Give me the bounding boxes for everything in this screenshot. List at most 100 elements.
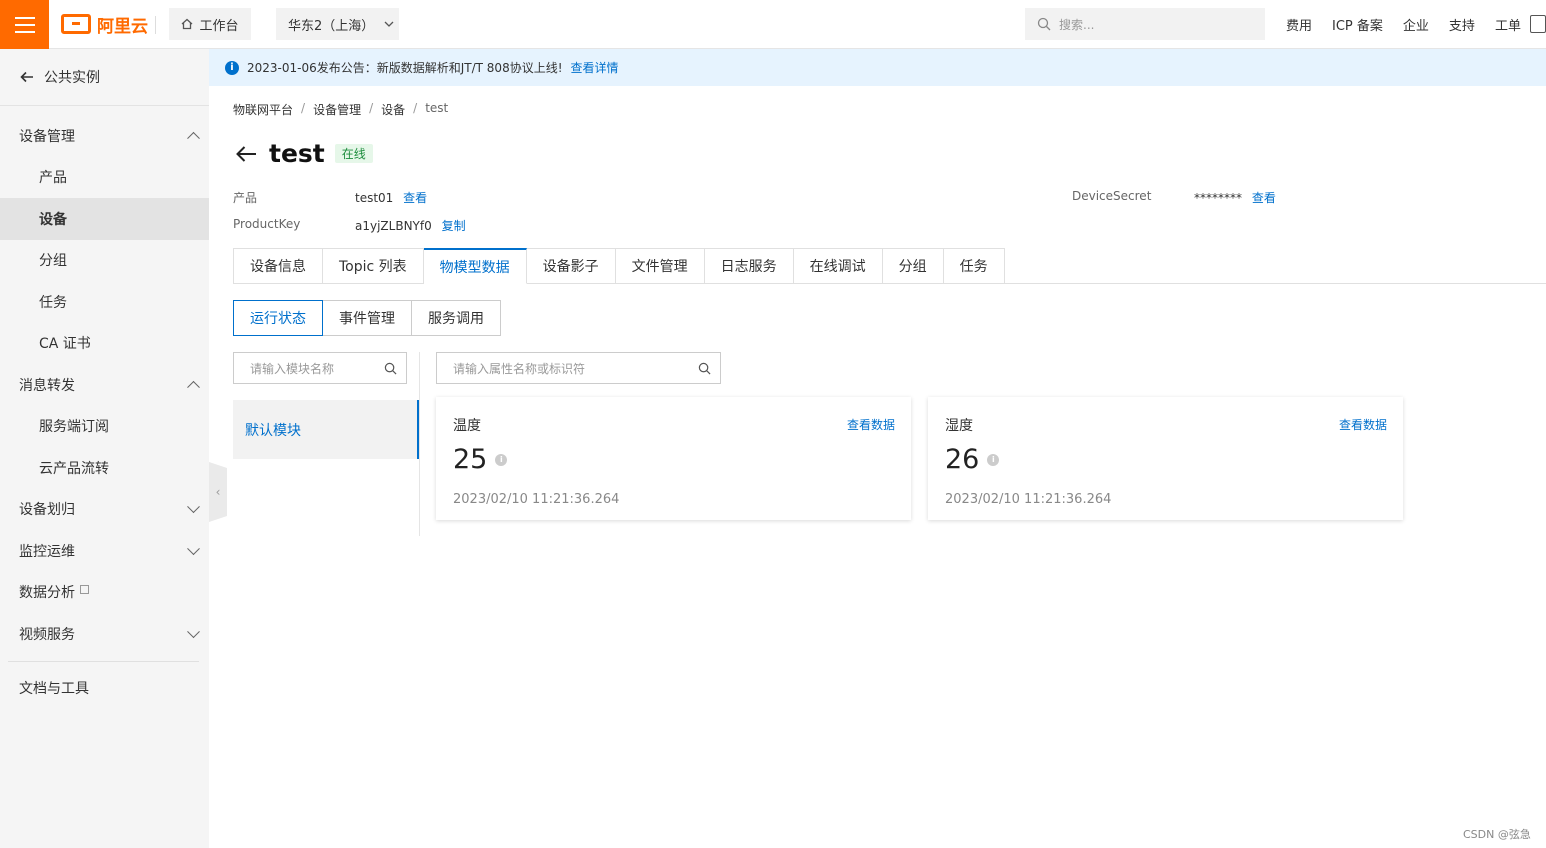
region-selector[interactable]: 华东2（上海） — [276, 8, 399, 40]
top-link-fees[interactable]: 费用 — [1286, 15, 1312, 34]
top-link-support[interactable]: 支持 — [1449, 15, 1475, 34]
tab-task[interactable]: 任务 — [943, 248, 1005, 284]
announcement-details-link[interactable]: 查看详情 — [571, 59, 619, 76]
property-name: 温度 — [453, 418, 481, 434]
arrow-left-icon — [20, 71, 33, 83]
sidebar-item-server-subscription[interactable]: 服务端订阅 — [0, 406, 209, 448]
sidebar-group-message-forwarding[interactable]: 消息转发 — [0, 364, 209, 406]
module-search-input[interactable]: 请输入模块名称 — [233, 352, 407, 384]
tab-group[interactable]: 分组 — [882, 248, 944, 284]
subtab-service-call[interactable]: 服务调用 — [411, 300, 501, 336]
sidebar-item-label: 任务 — [39, 294, 67, 311]
sidebar-item-group[interactable]: 分组 — [0, 240, 209, 282]
view-data-link[interactable]: 查看数据 — [847, 416, 895, 433]
status-badge: 在线 — [334, 144, 373, 163]
sidebar-item-ca-cert[interactable]: CA 证书 — [0, 323, 209, 365]
sidebar-item-label: 监控运维 — [19, 543, 75, 560]
property-value: 26 — [945, 444, 980, 475]
chevron-left-icon: ‹ — [215, 485, 221, 499]
region-label: 华东2（上海） — [288, 18, 375, 34]
sidebar-group-device-management[interactable]: 设备管理 — [0, 115, 209, 157]
chevron-down-icon — [187, 500, 200, 514]
sidebar-item-label: 服务端订阅 — [39, 419, 109, 436]
sidebar-item-label: 产品 — [39, 170, 67, 187]
message-icon[interactable] — [1530, 15, 1546, 33]
page-title: test — [269, 139, 325, 168]
tab-log-service[interactable]: 日志服务 — [704, 248, 794, 284]
sidebar-item-task[interactable]: 任务 — [0, 281, 209, 323]
sidebar-item-label: 云产品流转 — [39, 460, 109, 477]
search-icon[interactable] — [698, 362, 711, 375]
chevron-up-icon — [187, 380, 200, 394]
sidebar-group-video-service[interactable]: 视频服务 — [0, 613, 209, 655]
subtab-event-management[interactable]: 事件管理 — [322, 300, 412, 336]
meta-label: DeviceSecret — [1072, 189, 1152, 203]
top-link-enterprise[interactable]: 企业 — [1403, 15, 1429, 34]
sidebar-item-label: 消息转发 — [19, 377, 75, 394]
hamburger-menu-button[interactable] — [0, 0, 49, 49]
tab-device-info[interactable]: 设备信息 — [233, 248, 323, 284]
module-label: 默认模块 — [245, 422, 301, 439]
sidebar-item-device[interactable]: 设备 — [0, 198, 209, 240]
tab-file-management[interactable]: 文件管理 — [615, 248, 705, 284]
property-card: 湿度 查看数据 26 i 2023/02/10 11:21:36.264 — [928, 397, 1403, 520]
sidebar-group-data-analysis[interactable]: 数据分析 — [0, 572, 209, 614]
meta-product: 产品 — [233, 189, 257, 206]
sidebar-collapse-handle[interactable]: ‹ — [209, 462, 227, 522]
sidebar-divider — [8, 660, 199, 662]
external-link-icon — [80, 584, 89, 594]
aliyun-logo-icon — [61, 14, 91, 34]
property-timestamp: 2023/02/10 11:21:36.264 — [945, 492, 1112, 507]
brand-name: 阿里云 — [97, 16, 148, 37]
property-search-input[interactable]: 请输入属性名称或标识符 — [436, 352, 721, 384]
product-name: test01 — [355, 191, 394, 205]
breadcrumb-iot-platform[interactable]: 物联网平台 — [233, 101, 293, 118]
meta-label: ProductKey — [233, 217, 301, 231]
module-search-placeholder: 请输入模块名称 — [250, 361, 335, 376]
global-search-input[interactable]: 搜索... — [1025, 8, 1265, 40]
tab-device-shadow[interactable]: 设备影子 — [526, 248, 616, 284]
back-arrow-icon[interactable] — [233, 145, 259, 163]
sidebar-item-cloud-product-flow[interactable]: 云产品流转 — [0, 447, 209, 489]
meta-productkey-value: a1yjZLBNYf0 复制 — [355, 217, 466, 234]
sidebar-item-docs-tools[interactable]: 文档与工具 — [0, 668, 209, 710]
breadcrumb-separator: / — [413, 101, 418, 115]
breadcrumb-device[interactable]: 设备 — [381, 101, 405, 118]
search-placeholder: 搜索... — [1059, 17, 1095, 32]
tab-thing-model-data[interactable]: 物模型数据 — [423, 248, 527, 284]
sidebar-group-monitoring[interactable]: 监控运维 — [0, 530, 209, 572]
devicesecret-view-link[interactable]: 查看 — [1252, 191, 1276, 205]
workbench-button[interactable]: 工作台 — [169, 8, 251, 40]
property-name: 湿度 — [945, 418, 973, 434]
tab-topic-list[interactable]: Topic 列表 — [323, 248, 424, 284]
productkey-copy-link[interactable]: 复制 — [442, 219, 466, 233]
breadcrumb-device-management[interactable]: 设备管理 — [313, 101, 361, 118]
breadcrumb-separator: / — [301, 101, 306, 115]
module-item-default[interactable]: 默认模块 — [233, 400, 419, 459]
property-value-row: 25 i — [453, 444, 508, 475]
info-icon[interactable]: i — [987, 453, 1000, 466]
search-icon[interactable] — [384, 362, 397, 375]
sidebar-item-label: 数据分析 — [19, 585, 75, 602]
meta-devicesecret-value: ******** 查看 — [1194, 189, 1276, 206]
top-link-ticket[interactable]: 工单 — [1495, 15, 1521, 34]
property-value: 25 — [453, 444, 488, 475]
sidebar-group-device-assignment[interactable]: 设备划归 — [0, 489, 209, 531]
workbench-label: 工作台 — [199, 18, 239, 34]
product-view-link[interactable]: 查看 — [403, 191, 427, 205]
aliyun-logo[interactable]: 阿里云 — [61, 13, 148, 37]
sidebar-item-label: CA 证书 — [39, 336, 91, 353]
sidebar-item-label: 设备管理 — [19, 128, 75, 145]
sidebar-item-product[interactable]: 产品 — [0, 157, 209, 199]
subtab-runtime-status[interactable]: 运行状态 — [233, 300, 323, 336]
info-icon[interactable]: i — [495, 453, 508, 466]
sidebar: 公共实例 设备管理 产品 设备 分组 任务 CA 证书 消息转发 服务端订阅 云… — [0, 49, 209, 848]
top-navbar: 阿里云 工作台 华东2（上海） 搜索... 费用 ICP 备案 企业 支持 工单 — [0, 0, 1546, 49]
announcement-bar: i 2023-01-06发布公告：新版数据解析和JT/T 808协议上线! 查看… — [209, 49, 1546, 86]
module-divider — [419, 352, 420, 536]
tab-online-debug[interactable]: 在线调试 — [793, 248, 883, 284]
home-icon — [182, 18, 193, 30]
top-link-icp[interactable]: ICP 备案 — [1332, 15, 1383, 34]
sidebar-back-public-instance[interactable]: 公共实例 — [0, 49, 209, 106]
view-data-link[interactable]: 查看数据 — [1339, 416, 1387, 433]
